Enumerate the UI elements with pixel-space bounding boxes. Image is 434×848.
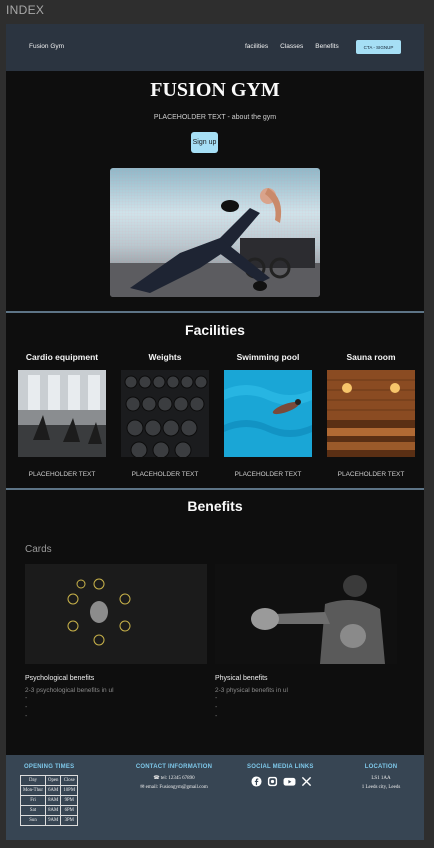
- psychological-benefits-image: [25, 564, 207, 664]
- nav-link-classes[interactable]: Classes: [280, 43, 303, 50]
- section-divider: [6, 488, 424, 490]
- youtube-icon[interactable]: [283, 776, 296, 787]
- facility-desc: PLACEHOLDER TEXT: [28, 471, 96, 478]
- hero-title: FUSION GYM: [150, 79, 280, 101]
- location-line-1: LS1 1AA: [371, 776, 391, 781]
- location-line-2: 1 Leeds city, Leeds: [361, 785, 401, 790]
- facility-card-weights[interactable]: Weights PLACEHOLDER TEXT: [121, 352, 209, 478]
- hours-header-close: Close: [60, 775, 79, 786]
- hours-close: 10PM: [60, 785, 79, 796]
- contact-email-text: email: Fusiongym@gmail.com: [145, 785, 208, 790]
- x-icon[interactable]: [301, 776, 312, 787]
- benefit-card-title: Psychological benefits: [25, 675, 95, 682]
- facility-image-cardio: [18, 370, 106, 457]
- social-title: SOCIAL MEDIA LINKS: [247, 764, 314, 770]
- cta-signup-button[interactable]: CTA - SIGNUP: [356, 40, 401, 54]
- opening-times-table: Day Open Close Mon-Thur 6AM 10PM Fri 8AM…: [20, 775, 79, 826]
- opening-times-title: OPENING TIMES: [24, 764, 75, 770]
- facilities-title: Facilities: [185, 322, 245, 338]
- contact-phone-text: tel: 12345 67890: [160, 776, 195, 781]
- hero-photo-gym-woman: [110, 168, 320, 297]
- navbar: Fusion Gym facilities Classes Benefits C…: [6, 24, 424, 71]
- benefit-bullet: -: [25, 695, 28, 702]
- location-title: LOCATION: [364, 764, 398, 770]
- contact-email[interactable]: ✉ email: Fusiongym@gmail.com: [124, 783, 224, 792]
- social-icons: [251, 776, 314, 787]
- facility-desc: PLACEHOLDER TEXT: [131, 471, 199, 478]
- benefit-card-psychological[interactable]: Psychological benefits 2-3 psychological…: [25, 564, 207, 721]
- benefit-card-physical[interactable]: Physical benefits 2-3 physical benefits …: [215, 564, 397, 721]
- hours-close: 6PM: [60, 805, 79, 816]
- footer: OPENING TIMES Day Open Close Mon-Thur 6A…: [6, 755, 424, 840]
- physical-benefits-image: [215, 564, 397, 664]
- nav-link-facilities[interactable]: facilities: [245, 43, 268, 50]
- benefit-card-desc: 2-3 psychological benefits in ul: [25, 687, 114, 694]
- hours-header-open: Open: [44, 775, 62, 786]
- hours-open: 6AM: [44, 785, 62, 796]
- hours-day: Fri: [20, 795, 46, 806]
- benefit-bullet: -: [215, 695, 218, 702]
- hours-close: 9PM: [60, 795, 79, 806]
- nav-links: facilities Classes Benefits: [245, 43, 351, 50]
- hours-day: Mon-Thur: [20, 785, 46, 796]
- signup-button[interactable]: Sign up: [191, 132, 218, 153]
- benefit-bullet: -: [25, 704, 28, 711]
- benefit-card-desc: 2-3 physical benefits in ul: [215, 687, 288, 694]
- hours-day: Sat: [20, 805, 46, 816]
- benefits-title: Benefits: [187, 498, 243, 514]
- benefit-bullet: -: [215, 704, 218, 711]
- facility-desc: PLACEHOLDER TEXT: [234, 471, 302, 478]
- facility-name: Cardio equipment: [25, 352, 99, 362]
- section-divider: [6, 311, 424, 313]
- contact-title: CONTACT INFORMATION: [135, 764, 213, 770]
- facility-image-sauna: [327, 370, 415, 457]
- email-icon: ✉: [140, 785, 145, 790]
- facility-name: Swimming pool: [236, 352, 300, 362]
- facility-name: Weights: [148, 352, 182, 362]
- hours-open: 8AM: [44, 795, 62, 806]
- facility-image-pool: [224, 370, 312, 457]
- page: Fusion Gym facilities Classes Benefits C…: [6, 24, 424, 840]
- hours-open: 9AM: [44, 815, 62, 826]
- hours-header-day: Day: [20, 775, 46, 786]
- frame-label: INDEX: [6, 3, 45, 17]
- footer-contact: CONTACT INFORMATION ☎ tel: 12345 67890 ✉…: [124, 764, 224, 792]
- nav-link-benefits[interactable]: Benefits: [315, 43, 339, 50]
- footer-opening-times: OPENING TIMES Day Open Close Mon-Thur 6A…: [20, 764, 79, 826]
- facility-card-sauna[interactable]: Sauna room PLACEHOLDER TEXT: [327, 352, 415, 478]
- hero-subtitle: PLACEHOLDER TEXT - about the gym: [153, 114, 277, 121]
- instagram-icon[interactable]: [267, 776, 278, 787]
- benefit-bullet: -: [25, 713, 28, 720]
- hours-open: 8AM: [44, 805, 62, 816]
- facility-desc: PLACEHOLDER TEXT: [337, 471, 405, 478]
- benefit-card-title: Physical benefits: [215, 675, 268, 682]
- hours-day: Sun: [20, 815, 46, 826]
- facility-image-weights: [121, 370, 209, 459]
- hours-close: 3PM: [60, 815, 79, 826]
- footer-social: SOCIAL MEDIA LINKS: [247, 764, 314, 787]
- facility-card-pool[interactable]: Swimming pool PLACEHOLDER TEXT: [224, 352, 312, 478]
- benefit-bullet: -: [215, 713, 218, 720]
- hero-image: [110, 168, 320, 297]
- nav-brand[interactable]: Fusion Gym: [29, 43, 64, 50]
- facebook-icon[interactable]: [251, 776, 262, 787]
- contact-phone: ☎ tel: 12345 67890: [124, 774, 224, 783]
- phone-icon: ☎: [153, 776, 160, 781]
- hero-section: FUSION GYM PLACEHOLDER TEXT - about the …: [6, 71, 424, 311]
- cards-label: Cards: [25, 544, 52, 555]
- facility-name: Sauna room: [346, 352, 396, 362]
- facility-card-cardio[interactable]: Cardio equipment PLACEHOLDER TEXT: [18, 352, 106, 478]
- footer-location: LOCATION LS1 1AA 1 Leeds city, Leeds: [356, 764, 406, 792]
